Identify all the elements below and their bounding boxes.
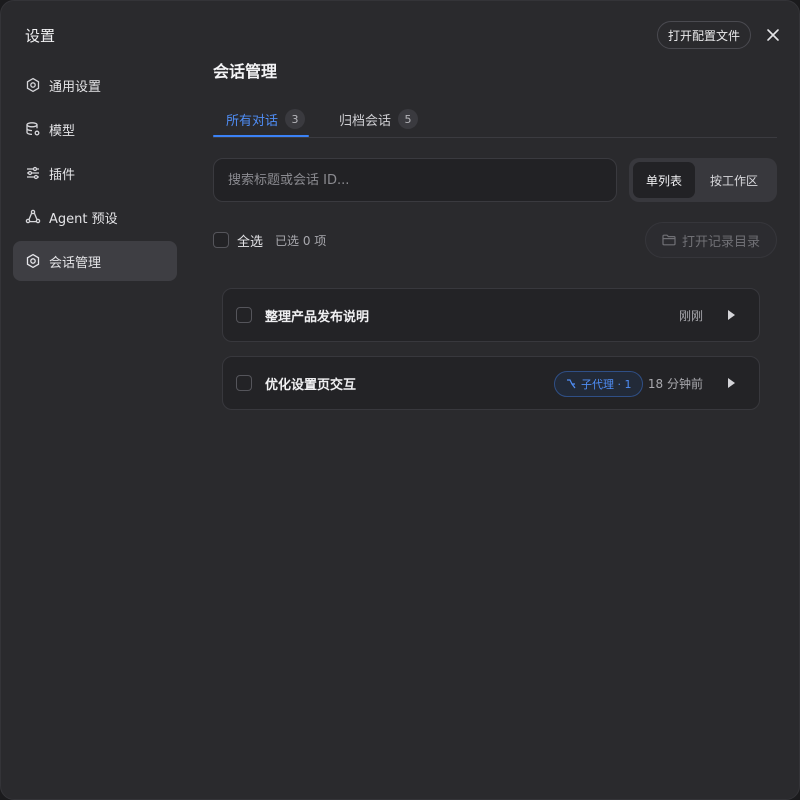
view-toggle: 单列表 按工作区: [629, 158, 777, 202]
conversation-item[interactable]: 优化设置页交互 子代理 · 1 18 分钟前: [222, 356, 760, 410]
select-all-row: 全选 已选 0 项: [213, 230, 326, 250]
sidebar-item-label: 通用设置: [49, 79, 102, 95]
sidebar-item-label: Agent 预设: [49, 211, 118, 227]
sidebar-item-agent-presets[interactable]: Agent 预设: [13, 197, 177, 237]
open-config-button[interactable]: 打开配置文件: [657, 21, 751, 49]
sliders-icon: [25, 165, 41, 181]
sidebar-item-session-management[interactable]: 会话管理: [13, 241, 177, 281]
tab-label: 所有对话: [226, 113, 279, 129]
sidebar-item-label: 会话管理: [49, 255, 102, 271]
tab-bar: 所有对话 3 归档会话 5: [213, 101, 777, 138]
sidebar-item-models[interactable]: 模型: [13, 109, 177, 149]
tab-count-badge: 5: [398, 109, 419, 129]
branch-icon: [567, 379, 576, 389]
subagent-badge-label: 子代理 · 1: [581, 378, 632, 391]
gear-icon: [25, 77, 41, 93]
tab-archived-conversations[interactable]: 归档会话 5: [339, 101, 419, 137]
view-option-by-workspace[interactable]: 按工作区: [695, 162, 773, 198]
open-log-label: 打开记录目录: [681, 234, 760, 250]
sidebar-item-general[interactable]: 通用设置: [13, 65, 177, 105]
tab-count-badge: 3: [285, 109, 306, 129]
conversation-checkbox[interactable]: [236, 375, 252, 391]
conversation-item[interactable]: 整理产品发布说明 刚刚: [222, 288, 760, 342]
tab-label: 归档会话: [339, 113, 392, 129]
database-icon: [25, 121, 41, 137]
selected-count: 已选 0 项: [275, 233, 327, 248]
select-all-label[interactable]: 全选: [237, 231, 263, 250]
chevron-right-icon[interactable]: [727, 378, 735, 388]
chevron-right-icon[interactable]: [727, 310, 735, 320]
open-log-directory-button[interactable]: 打开记录目录: [645, 222, 777, 258]
sidebar-item-plugins[interactable]: 插件: [13, 153, 177, 193]
sidebar-item-label: 插件: [49, 167, 76, 183]
page-title: 会话管理: [213, 62, 278, 81]
conversation-checkbox[interactable]: [236, 307, 252, 323]
conversation-title: 整理产品发布说明: [265, 310, 370, 325]
conversation-title: 优化设置页交互: [265, 378, 357, 393]
folder-icon: [662, 234, 676, 246]
gear-icon: [25, 253, 41, 269]
conversation-time: 18 分钟前: [647, 377, 703, 391]
sidebar-nav: 通用设置 模型 插件 Agent 预设 会话管理: [13, 65, 177, 285]
sidebar: 设置 通用设置 模型 插件 Agent 预设 会话管理: [1, 1, 189, 799]
sidebar-title: 设置: [25, 27, 56, 45]
conversation-time: 刚刚: [678, 309, 703, 323]
close-icon: [767, 29, 779, 41]
agent-icon: [25, 209, 41, 225]
sidebar-item-label: 模型: [49, 123, 76, 139]
select-all-checkbox[interactable]: [213, 232, 229, 248]
search-input[interactable]: [213, 158, 617, 202]
subagent-badge[interactable]: 子代理 · 1: [554, 371, 643, 397]
settings-window: 设置 通用设置 模型 插件 Agent 预设 会话管理 打开配置文件 会话管理 …: [0, 0, 800, 800]
active-tab-indicator: [213, 135, 309, 137]
close-button[interactable]: [763, 25, 783, 45]
tab-all-conversations[interactable]: 所有对话 3: [226, 101, 306, 137]
view-option-single-list[interactable]: 单列表: [633, 162, 695, 198]
